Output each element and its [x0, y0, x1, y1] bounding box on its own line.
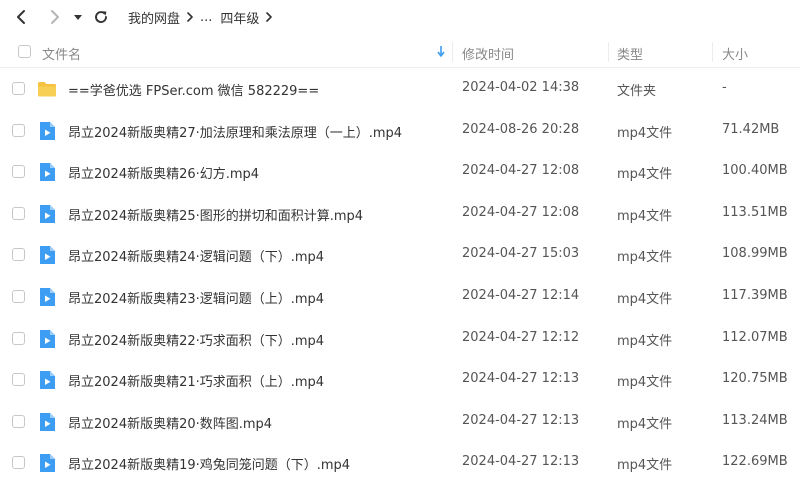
- refresh-icon[interactable]: [88, 4, 114, 30]
- file-name[interactable]: 昂立2024新版奥精23·逻辑问题（上）.mp4: [68, 288, 324, 307]
- file-size: 108.99MB: [722, 246, 788, 262]
- file-modified-time: 2024-04-02 14:38: [462, 80, 580, 95]
- column-header-name[interactable]: 文件名: [42, 44, 81, 63]
- file-row[interactable]: 昂立2024新版奥精20·数阵图.mp4 2024-04-27 12:13 mp…: [0, 401, 800, 443]
- row-checkbox[interactable]: [12, 123, 25, 137]
- back-arrow-icon[interactable]: [8, 4, 34, 30]
- file-list: ==学爸优选 FPSer.com 微信 582229== 2024-04-02 …: [0, 68, 800, 484]
- file-modified-time: 2024-04-27 12:13: [462, 371, 580, 387]
- file-size: 71.42MB: [722, 121, 780, 137]
- file-modified-time: 2024-04-27 15:03: [462, 246, 580, 262]
- file-modified-time: 2024-08-26 20:28: [462, 121, 580, 137]
- row-checkbox[interactable]: [12, 373, 25, 387]
- file-row[interactable]: ==学爸优选 FPSer.com 微信 582229== 2024-04-02 …: [0, 68, 800, 110]
- file-modified-time: 2024-04-27 12:13: [462, 412, 580, 428]
- breadcrumb: 我的网盘 ... 四年级: [128, 8, 279, 27]
- breadcrumb-ellipsis[interactable]: ...: [200, 10, 212, 25]
- file-row[interactable]: 昂立2024新版奥精24·逻辑问题（下）.mp4 2024-04-27 15:0…: [0, 234, 800, 276]
- file-size: 122.69MB: [722, 454, 788, 470]
- column-header-size[interactable]: 大小: [722, 44, 748, 63]
- file-name[interactable]: 昂立2024新版奥精26·幻方.mp4: [68, 163, 259, 182]
- sort-down-arrow-icon[interactable]: [437, 45, 445, 61]
- breadcrumb-current[interactable]: 四年级: [220, 8, 259, 27]
- folder-icon: [37, 79, 57, 99]
- toolbar: 我的网盘 ... 四年级: [0, 0, 800, 34]
- row-checkbox[interactable]: [12, 82, 25, 95]
- file-size: 113.24MB: [722, 412, 788, 428]
- video-file-icon: [37, 287, 57, 307]
- column-header-type[interactable]: 类型: [617, 44, 643, 63]
- file-type: mp4文件: [617, 458, 673, 474]
- file-row[interactable]: 昂立2024新版奥精22·巧求面积（下）.mp4 2024-04-27 12:1…: [0, 318, 800, 360]
- history-dropdown-icon[interactable]: [70, 4, 86, 30]
- file-type: mp4文件: [617, 333, 673, 349]
- file-modified-time: 2024-04-27 12:08: [462, 204, 580, 220]
- file-modified-time: 2024-04-27 12:08: [462, 163, 580, 179]
- row-checkbox[interactable]: [12, 289, 25, 303]
- file-modified-time: 2024-04-27 12:14: [462, 287, 580, 303]
- column-divider[interactable]: [712, 42, 713, 62]
- file-name[interactable]: 昂立2024新版奥精21·巧求面积（上）.mp4: [68, 371, 324, 390]
- file-type: 文件夹: [617, 84, 657, 99]
- file-row[interactable]: 昂立2024新版奥精25·图形的拼切和面积计算.mp4 2024-04-27 1…: [0, 193, 800, 235]
- column-header-time[interactable]: 修改时间: [462, 44, 514, 63]
- row-checkbox[interactable]: [12, 248, 25, 262]
- row-checkbox[interactable]: [12, 331, 25, 345]
- file-size: 100.40MB: [722, 163, 788, 179]
- file-row[interactable]: 昂立2024新版奥精19·鸡兔同笼问题（下）.mp4 2024-04-27 12…: [0, 442, 800, 484]
- column-divider[interactable]: [608, 42, 609, 62]
- file-type: mp4文件: [617, 250, 673, 266]
- file-name[interactable]: 昂立2024新版奥精27·加法原理和乘法原理（一上）.mp4: [68, 122, 402, 141]
- file-row[interactable]: 昂立2024新版奥精23·逻辑问题（上）.mp4 2024-04-27 12:1…: [0, 276, 800, 318]
- video-file-icon: [37, 453, 57, 473]
- row-checkbox[interactable]: [12, 206, 25, 220]
- file-row[interactable]: 昂立2024新版奥精21·巧求面积（上）.mp4 2024-04-27 12:1…: [0, 359, 800, 401]
- chevron-right-icon[interactable]: [265, 12, 273, 22]
- column-header-row: 文件名 修改时间 类型 大小: [0, 36, 800, 68]
- forward-arrow-icon[interactable]: [42, 4, 68, 30]
- file-type: mp4文件: [617, 375, 673, 391]
- file-size: 120.75MB: [722, 371, 788, 387]
- breadcrumb-root[interactable]: 我的网盘: [128, 8, 180, 27]
- file-size: 113.51MB: [722, 204, 788, 220]
- row-checkbox[interactable]: [12, 456, 25, 470]
- file-size: -: [722, 80, 727, 95]
- video-file-icon: [37, 204, 57, 224]
- column-divider[interactable]: [452, 42, 453, 62]
- file-name[interactable]: 昂立2024新版奥精20·数阵图.mp4: [68, 413, 272, 432]
- video-file-icon: [37, 329, 57, 349]
- file-type: mp4文件: [617, 208, 673, 224]
- file-modified-time: 2024-04-27 12:13: [462, 454, 580, 470]
- chevron-right-icon: [186, 12, 194, 22]
- video-file-icon: [37, 412, 57, 432]
- file-name[interactable]: 昂立2024新版奥精19·鸡兔同笼问题（下）.mp4: [68, 454, 350, 473]
- video-file-icon: [37, 121, 57, 141]
- file-name[interactable]: 昂立2024新版奥精22·巧求面积（下）.mp4: [68, 330, 324, 349]
- file-type: mp4文件: [617, 416, 673, 432]
- file-row[interactable]: 昂立2024新版奥精27·加法原理和乘法原理（一上）.mp4 2024-08-2…: [0, 110, 800, 152]
- row-checkbox[interactable]: [12, 165, 25, 179]
- file-name[interactable]: 昂立2024新版奥精25·图形的拼切和面积计算.mp4: [68, 205, 363, 224]
- file-size: 117.39MB: [722, 287, 788, 303]
- file-type: mp4文件: [617, 125, 673, 141]
- file-name[interactable]: ==学爸优选 FPSer.com 微信 582229==: [68, 80, 319, 99]
- video-file-icon: [37, 162, 57, 182]
- file-modified-time: 2024-04-27 12:12: [462, 329, 580, 345]
- file-name[interactable]: 昂立2024新版奥精24·逻辑问题（下）.mp4: [68, 246, 324, 265]
- file-row[interactable]: 昂立2024新版奥精26·幻方.mp4 2024-04-27 12:08 mp4…: [0, 151, 800, 193]
- video-file-icon: [37, 370, 57, 390]
- video-file-icon: [37, 245, 57, 265]
- file-type: mp4文件: [617, 291, 673, 307]
- select-all-checkbox[interactable]: [18, 45, 31, 58]
- file-size: 112.07MB: [722, 329, 788, 345]
- file-type: mp4文件: [617, 167, 673, 183]
- row-checkbox[interactable]: [12, 414, 25, 428]
